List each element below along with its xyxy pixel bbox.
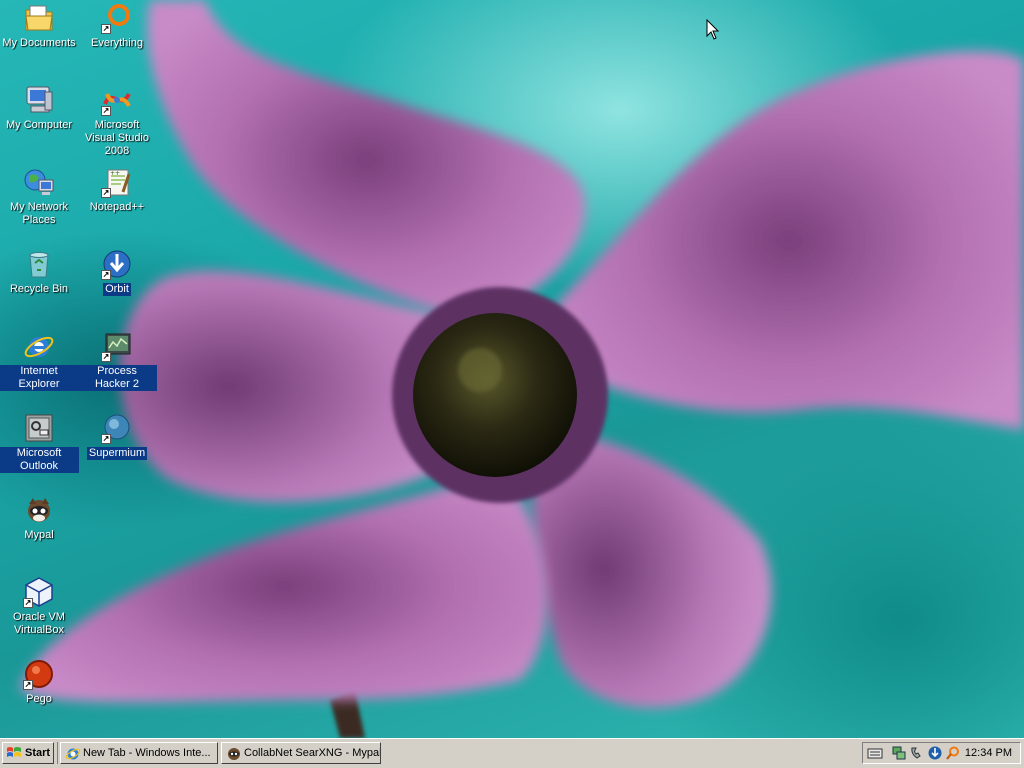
taskbar-button-label: CollabNet SearXNG - Mypal [244, 747, 381, 759]
virtualbox-icon: ↗ [23, 576, 55, 608]
shortcut-arrow-icon: ↗ [23, 680, 33, 690]
outlook-icon [23, 412, 55, 444]
visual-studio-icon: ↗ [101, 84, 133, 116]
taskbar-button-mypal[interactable]: CollabNet SearXNG - Mypal [221, 742, 381, 764]
orbit-icon: ↗ [101, 248, 133, 280]
internet-explorer-icon [23, 330, 55, 362]
desktop-icon-orbit[interactable]: ↗ Orbit [77, 248, 157, 296]
taskbar: Start New Tab - Windows Inte... CollabNe… [0, 738, 1024, 768]
supermium-icon: ↗ [101, 412, 133, 444]
desktop-icon-mypal[interactable]: Mypal [0, 494, 79, 542]
desktop-icon-label: My Network Places [9, 201, 69, 226]
phone-icon[interactable] [909, 745, 925, 761]
windows-logo-icon [7, 747, 21, 757]
taskbar-button-label: New Tab - Windows Inte... [83, 747, 211, 759]
shortcut-arrow-icon: ↗ [101, 106, 111, 116]
desktop-icon-label: Everything [91, 37, 143, 49]
desktop-icon-label: Supermium [86, 447, 148, 460]
desktop-icon-label: Internet Explorer [0, 365, 79, 391]
desktop[interactable]: My Documents My Computer My Network Plac… [0, 0, 1024, 738]
desktop-icon-internet-explorer[interactable]: Internet Explorer [0, 330, 79, 391]
pego-icon: ↗ [23, 658, 55, 690]
start-button[interactable]: Start [2, 742, 54, 764]
desktop-icon-microsoft-outlook[interactable]: Microsoft Outlook [0, 412, 79, 473]
shortcut-arrow-icon: ↗ [101, 434, 111, 444]
mouse-cursor-icon [706, 19, 720, 40]
my-computer-icon [23, 84, 55, 116]
everything-tray-icon[interactable] [945, 745, 961, 761]
desktop-icon-label: Process Hacker 2 [77, 365, 157, 391]
shortcut-arrow-icon: ↗ [101, 24, 111, 34]
shortcut-arrow-icon: ↗ [101, 188, 111, 198]
desktop-icon-supermium[interactable]: ↗ Supermium [77, 412, 157, 460]
orbit-tray-icon[interactable] [927, 745, 943, 761]
desktop-icon-everything[interactable]: ↗ Everything [77, 2, 157, 50]
desktop-icon-label: Microsoft Outlook [0, 447, 79, 473]
internet-explorer-icon [65, 748, 81, 760]
keyboard-icon[interactable] [867, 745, 883, 761]
recycle-bin-icon [23, 248, 55, 280]
desktop-icon-label: Pego [26, 693, 52, 705]
desktop-icon-my-documents[interactable]: My Documents [0, 2, 79, 50]
svg-text:++: ++ [110, 170, 120, 177]
desktop-icon-my-network-places[interactable]: My Network Places [0, 166, 79, 227]
desktop-icon-label: My Computer [5, 119, 73, 131]
desktop-icon-my-computer[interactable]: My Computer [0, 84, 79, 132]
process-hacker-icon: ↗ [101, 330, 133, 362]
desktop-icon-label: Orbit [103, 283, 131, 296]
desktop-icon-pego[interactable]: ↗ Pego [0, 658, 79, 706]
taskbar-clock[interactable]: 12:34 PM [965, 743, 1012, 763]
desktop-icon-label: My Documents [2, 37, 76, 49]
everything-icon: ↗ [101, 2, 133, 34]
my-network-places-icon [23, 166, 55, 198]
desktop-icon-label: Mypal [24, 529, 54, 541]
mypal-icon [23, 494, 55, 526]
desktop-icon-label: Recycle Bin [9, 283, 69, 295]
start-label: Start [25, 747, 51, 759]
desktop-icon-process-hacker-2[interactable]: ↗ Process Hacker 2 [77, 330, 157, 391]
system-tray: 12:34 PM [862, 742, 1021, 764]
notepad-plus-plus-icon: ++ ↗ [101, 166, 133, 198]
desktop-icon-label: Microsoft Visual Studio 2008 [84, 119, 149, 157]
desktop-icon-microsoft-visual-studio-2008[interactable]: ↗ Microsoft Visual Studio 2008 [77, 84, 157, 158]
desktop-icon-oracle-vm-virtualbox[interactable]: ↗ Oracle VM VirtualBox [0, 576, 79, 637]
mypal-icon [228, 748, 240, 760]
desktop-icon-label: Notepad++ [89, 201, 145, 213]
desktop-icon-label: Oracle VM VirtualBox [13, 611, 65, 636]
desktop-icon-recycle-bin[interactable]: Recycle Bin [0, 248, 79, 296]
desktop-icon-notepad-plus-plus[interactable]: ++ ↗ Notepad++ [77, 166, 157, 214]
shortcut-arrow-icon: ↗ [23, 598, 33, 608]
shortcut-arrow-icon: ↗ [101, 270, 111, 280]
taskbar-button-internet-explorer[interactable]: New Tab - Windows Inte... [60, 742, 218, 764]
my-documents-icon [23, 2, 55, 34]
network-icon[interactable] [891, 745, 907, 761]
shortcut-arrow-icon: ↗ [101, 352, 111, 362]
